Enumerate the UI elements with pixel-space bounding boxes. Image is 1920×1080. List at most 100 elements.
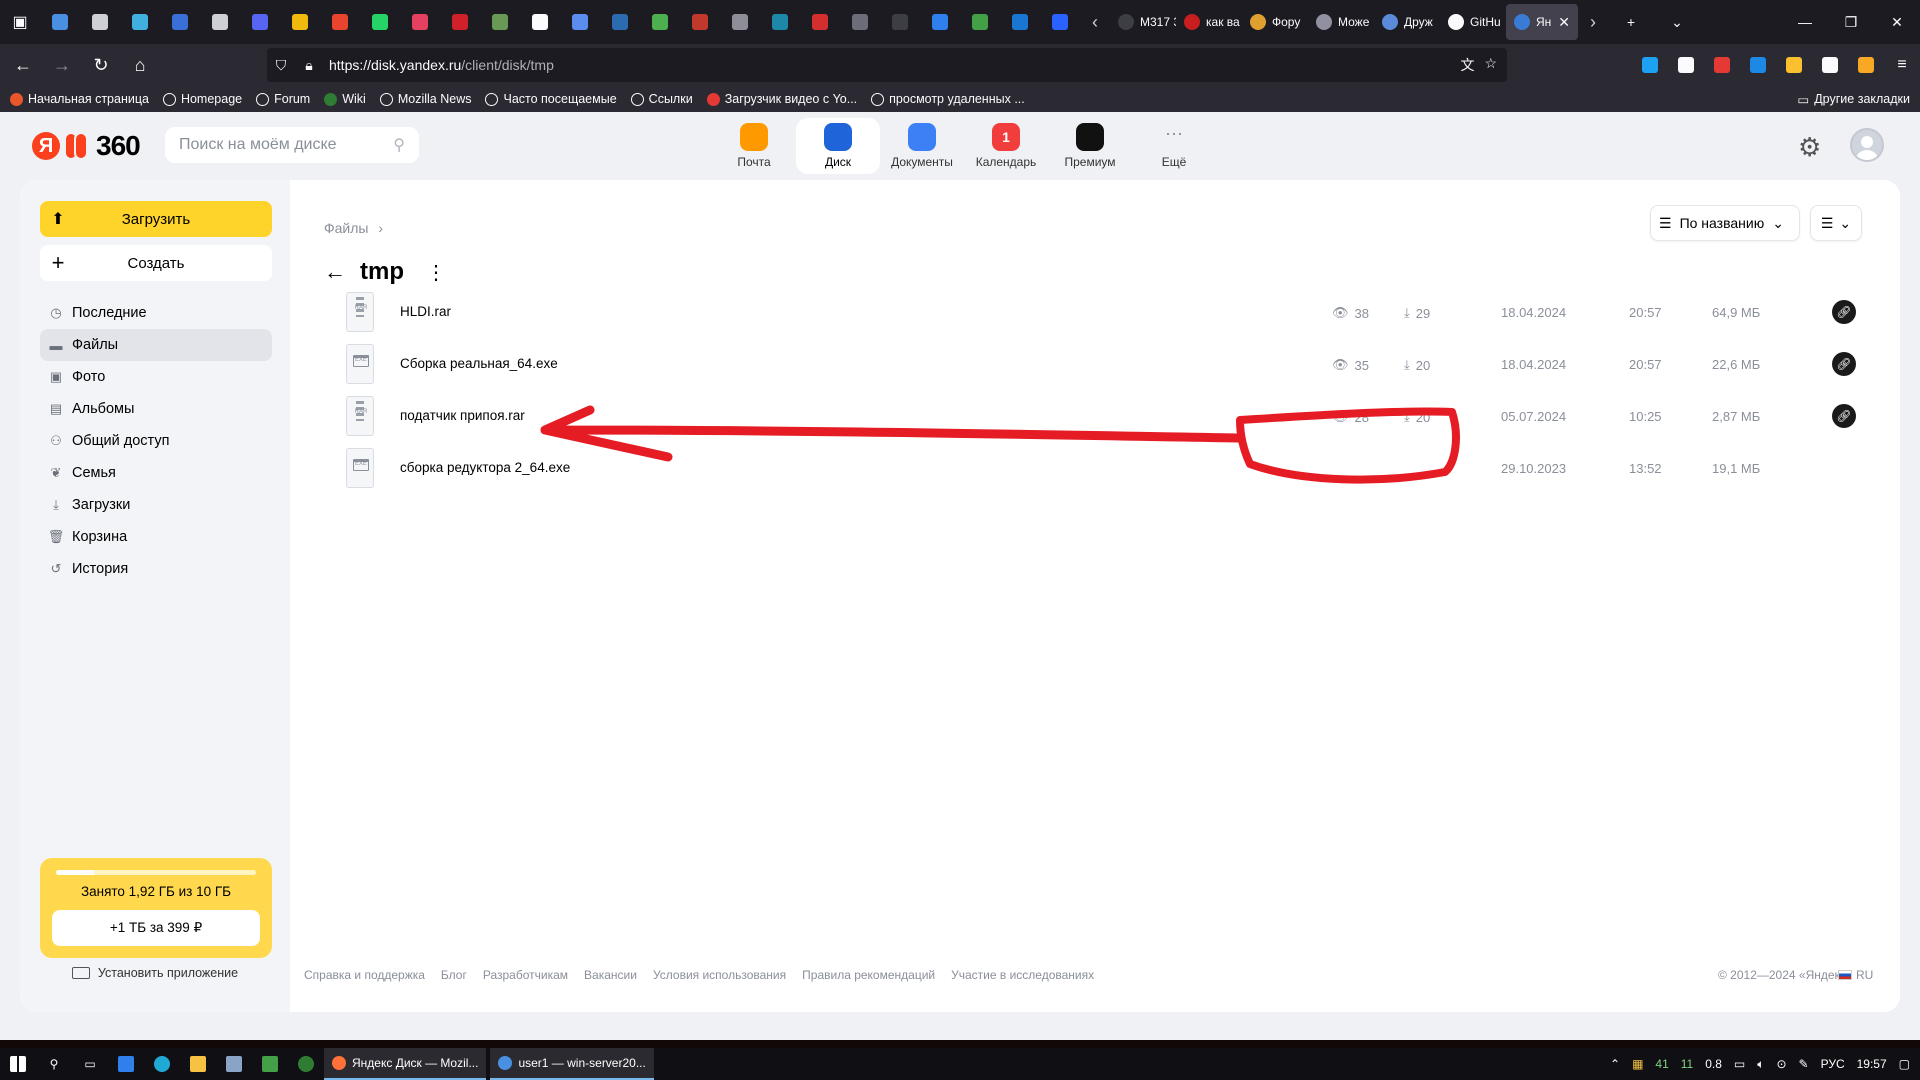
pinned-tab[interactable]	[960, 0, 1000, 44]
footer-link[interactable]: Вакансии	[584, 968, 637, 982]
task-view-icon[interactable]: ▭	[72, 1048, 108, 1080]
service-5[interactable]: ··· Ещё	[1132, 118, 1216, 174]
pinned-tab[interactable]	[840, 0, 880, 44]
pinned-tab[interactable]	[480, 0, 520, 44]
app-icon[interactable]	[252, 1048, 288, 1080]
pinned-tab[interactable]	[40, 0, 80, 44]
create-button[interactable]: + Создать	[40, 245, 272, 281]
buy-storage-button[interactable]: +1 ТБ за 399 ₽	[52, 910, 260, 946]
sidebar-item[interactable]: ⤓ Загрузки	[40, 489, 272, 521]
sidebar-item[interactable]: ◷ Последние	[40, 297, 272, 329]
edge-icon[interactable]	[144, 1048, 180, 1080]
clock[interactable]: 19:57	[1857, 1057, 1887, 1071]
browser-tab[interactable]: Фору	[1242, 4, 1308, 40]
extension-icon[interactable]	[1704, 44, 1740, 86]
share-link-icon[interactable]: 🔗︎	[1832, 404, 1856, 428]
yandex-360-logo[interactable]: Я 360	[32, 130, 141, 162]
minimize-button[interactable]: —	[1782, 0, 1828, 44]
table-row[interactable]: RAR HLDI.rar 👁︎ 38 ⤓ 29 18.04.2024 20:57 64,9 МБ…	[290, 286, 1900, 338]
taskbar-app[interactable]: user1 — win-server20...	[490, 1048, 654, 1080]
file-name[interactable]: сборка редуктора 2_64.exe	[400, 460, 570, 475]
tracking-shield-icon[interactable]: ⛉	[267, 57, 295, 74]
pen-icon[interactable]: ✎	[1799, 1057, 1809, 1071]
share-link-icon[interactable]: 🔗︎	[1832, 300, 1856, 324]
pinned-tab[interactable]	[600, 0, 640, 44]
pinned-tab[interactable]	[1040, 0, 1080, 44]
browser-tab[interactable]: Може	[1308, 4, 1374, 40]
sidebar-item[interactable]: ❦ Семья	[40, 457, 272, 489]
app-icon[interactable]	[288, 1048, 324, 1080]
bookmark-item[interactable]: Forum	[256, 92, 310, 106]
pinned-tab[interactable]	[280, 0, 320, 44]
pinned-tab[interactable]	[720, 0, 760, 44]
footer-link[interactable]: Разработчикам	[483, 968, 568, 982]
translate-icon[interactable]: 文	[1460, 55, 1474, 75]
bookmark-item[interactable]: Homepage	[162, 92, 242, 106]
restore-button[interactable]: ❐	[1828, 0, 1874, 44]
list-tabs-button[interactable]: ⌄	[1654, 0, 1700, 44]
extension-icon[interactable]	[1776, 44, 1812, 86]
footer-link[interactable]: Участие в исследованиях	[951, 968, 1094, 982]
upload-button[interactable]: ⬆ Загрузить	[40, 201, 272, 237]
tray-app-icon[interactable]: ▦	[1632, 1057, 1643, 1071]
browser-tab[interactable]: M317 3-1	[1110, 4, 1176, 40]
gear-icon[interactable]: ⚙	[1798, 132, 1821, 163]
view-mode-button[interactable]: ☰ ⌄	[1810, 205, 1862, 241]
pinned-tab[interactable]	[680, 0, 720, 44]
bookmark-item[interactable]: Начальная страница	[10, 92, 149, 106]
home-button[interactable]: ⌂	[124, 49, 156, 81]
language-switch[interactable]: RU	[1838, 968, 1873, 982]
pinned-tab[interactable]	[760, 0, 800, 44]
browser-tab[interactable]: Друж	[1374, 4, 1440, 40]
footer-link[interactable]: Блог	[441, 968, 467, 982]
reload-button[interactable]: ↻	[85, 49, 117, 81]
chevron-up-icon[interactable]: ⌃	[1610, 1057, 1620, 1071]
table-row[interactable]: EXE сборка редуктора 2_64.exe 29.10.2023 13…	[290, 442, 1900, 494]
other-bookmarks[interactable]: ▭ Другие закладки	[1797, 92, 1910, 107]
pinned-tab[interactable]	[320, 0, 360, 44]
sidebar-item[interactable]: ▤ Альбомы	[40, 393, 272, 425]
keyboard-icon[interactable]	[216, 1048, 252, 1080]
browser-tab[interactable]: Ян ✕	[1506, 4, 1578, 40]
close-tab-icon[interactable]: ✕	[1558, 14, 1570, 31]
bookmark-item[interactable]: Ссылки	[630, 92, 693, 106]
tab-list-button[interactable]: ▣	[0, 0, 40, 44]
pinned-tab[interactable]	[440, 0, 480, 44]
url-text[interactable]: https://disk.yandex.ru/client/disk/tmp	[329, 57, 554, 73]
volume-icon[interactable]: 🔈︎	[1757, 1057, 1764, 1072]
table-row[interactable]: EXE Сборка реальная_64.exe 👁︎ 35 ⤓ 20 18.04.20…	[290, 338, 1900, 390]
service-1[interactable]: Диск	[796, 118, 880, 174]
pinned-tab[interactable]	[360, 0, 400, 44]
pinned-tab[interactable]	[200, 0, 240, 44]
extension-icon[interactable]	[1812, 44, 1848, 86]
close-window-button[interactable]: ✕	[1874, 0, 1920, 44]
search-icon[interactable]: ⚲	[393, 135, 405, 155]
input-language[interactable]: РУС	[1821, 1057, 1845, 1071]
extension-icon[interactable]	[1632, 44, 1668, 86]
sidebar-item[interactable]: ⚇ Общий доступ	[40, 425, 272, 457]
service-0[interactable]: Почта	[712, 118, 796, 174]
pinned-tab[interactable]	[1000, 0, 1040, 44]
browser-tab[interactable]: GitHu	[1440, 4, 1506, 40]
sidebar-item[interactable]: ↺ История	[40, 553, 272, 585]
menu-icon[interactable]: ≡	[1884, 44, 1920, 86]
extension-icon[interactable]	[1668, 44, 1704, 86]
bookmark-item[interactable]: Wiki	[324, 92, 366, 106]
lock-icon[interactable]: 🔒︎	[295, 57, 323, 74]
network-icon[interactable]: ▭	[1734, 1057, 1745, 1071]
notifications-icon[interactable]: ▢	[1899, 1057, 1910, 1071]
pinned-tab[interactable]	[160, 0, 200, 44]
taskbar-app[interactable]: Яндекс Диск — Mozil...	[324, 1048, 487, 1080]
more-actions-icon[interactable]: ⋮	[426, 260, 446, 285]
bookmark-star-icon[interactable]: ☆	[1484, 55, 1497, 75]
bookmark-item[interactable]: Часто посещаемые	[485, 92, 617, 106]
mail-app-icon[interactable]	[108, 1048, 144, 1080]
back-arrow-icon[interactable]: ←	[324, 259, 346, 285]
scroll-tabs-right-button[interactable]: ›	[1578, 0, 1608, 44]
sidebar-item[interactable]: ▣ Фото	[40, 361, 272, 393]
bookmark-item[interactable]: Загрузчик видео с Yo...	[706, 92, 857, 106]
sidebar-item[interactable]: 🗑 Корзина	[40, 521, 272, 553]
location-icon[interactable]: ⊙	[1776, 1057, 1786, 1071]
file-name[interactable]: податчик припоя.rar	[400, 408, 525, 423]
start-button[interactable]	[0, 1048, 36, 1080]
